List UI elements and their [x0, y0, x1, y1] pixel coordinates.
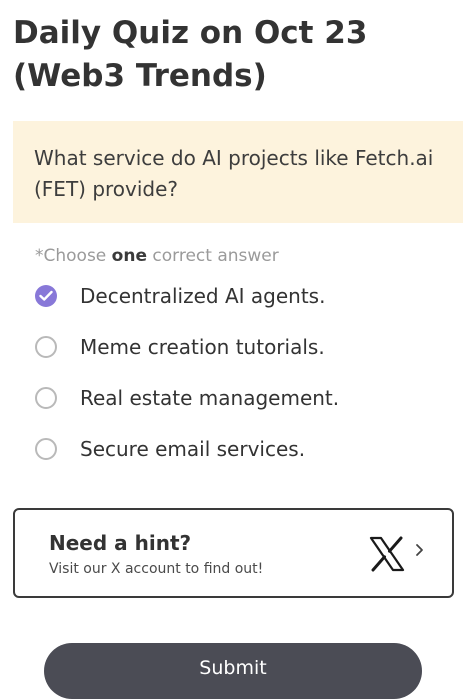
quiz-page: Daily Quiz on Oct 23 (Web3 Trends) What …	[0, 0, 476, 699]
answer-option-1[interactable]: Decentralized AI agents.	[0, 274, 476, 318]
answer-option-2[interactable]: Meme creation tutorials.	[0, 325, 476, 369]
answer-option-label: Decentralized AI agents.	[80, 284, 326, 308]
hint-title: Need a hint?	[49, 531, 192, 555]
answer-instruction: *Choose one correct answer	[35, 246, 279, 266]
answer-option-label: Real estate management.	[80, 386, 340, 410]
chevron-right-icon	[415, 541, 424, 562]
radio-checked-icon[interactable]	[35, 285, 57, 307]
instruction-emphasis: one	[111, 246, 147, 266]
radio-unchecked-icon[interactable]	[35, 336, 57, 358]
answer-option-3[interactable]: Real estate management.	[0, 376, 476, 420]
radio-unchecked-icon[interactable]	[35, 438, 57, 460]
question-box: What service do AI projects like Fetch.a…	[13, 121, 463, 223]
hint-card[interactable]: Need a hint? Visit our X account to find…	[13, 508, 454, 598]
answer-option-label: Secure email services.	[80, 437, 306, 461]
submit-button[interactable]: Submit	[44, 643, 422, 699]
instruction-suffix: correct answer	[146, 246, 279, 266]
hint-subtitle: Visit our X account to find out!	[49, 561, 264, 577]
answer-option-4[interactable]: Secure email services.	[0, 427, 476, 471]
instruction-prefix: *Choose	[35, 246, 112, 266]
page-title: Daily Quiz on Oct 23 (Web3 Trends)	[13, 15, 368, 94]
answer-option-label: Meme creation tutorials.	[80, 335, 325, 359]
radio-unchecked-icon[interactable]	[35, 387, 57, 409]
x-logo-icon	[369, 536, 405, 576]
question-text: What service do AI projects like Fetch.a…	[34, 146, 434, 201]
